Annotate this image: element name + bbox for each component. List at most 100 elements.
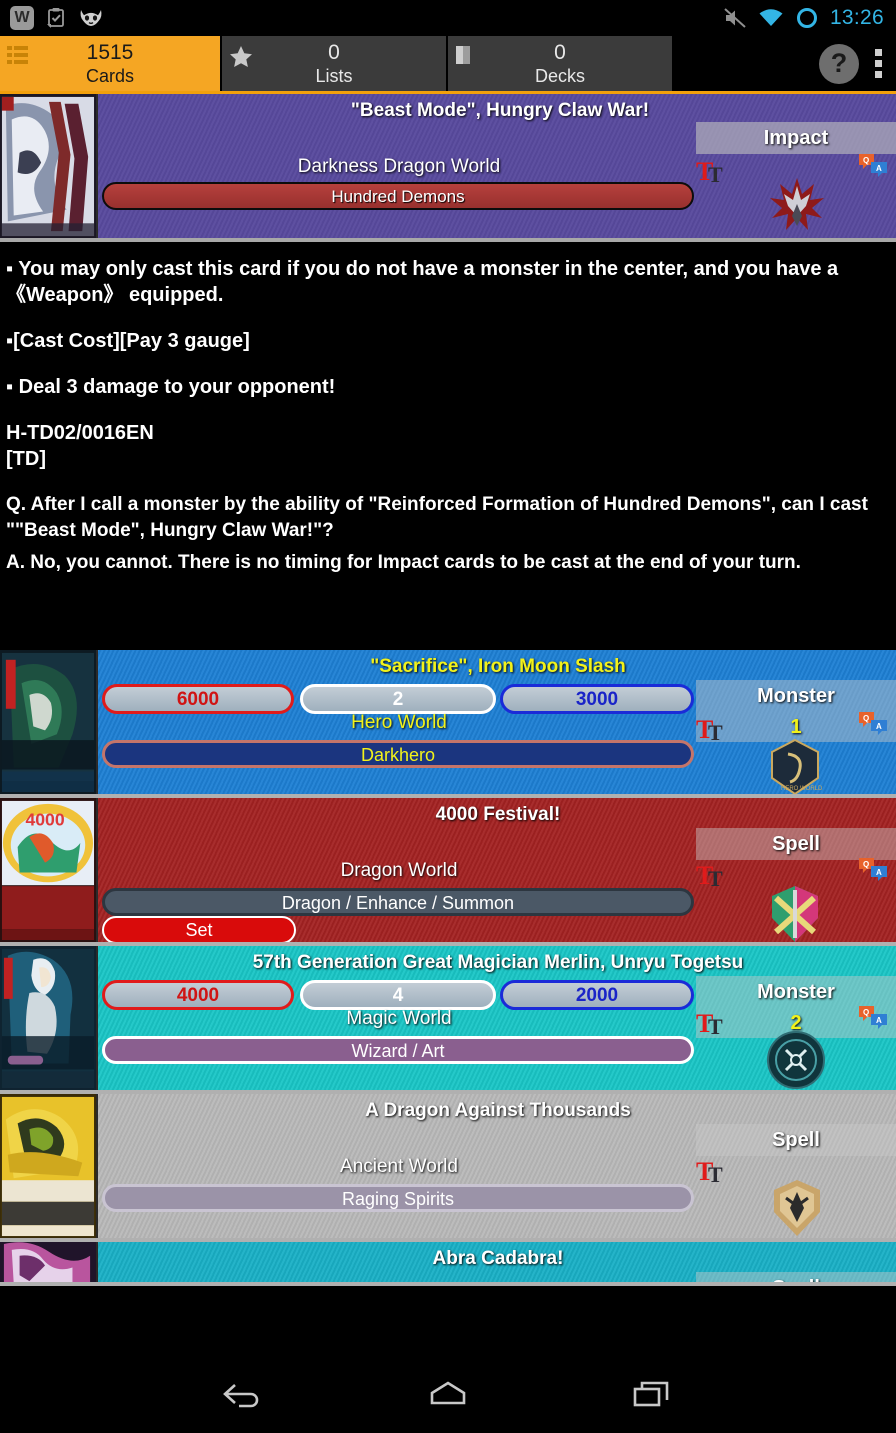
list-item-world: Magic World xyxy=(346,1008,452,1029)
svg-text:T: T xyxy=(708,866,723,890)
list-item-title: 4000 Festival! xyxy=(435,804,561,825)
card-thumbnail[interactable] xyxy=(0,946,98,1090)
tab-bar-spacer xyxy=(674,36,819,91)
card-qa-answer: A. No, you cannot. There is no timing fo… xyxy=(6,552,801,573)
text-size-icon[interactable]: T T xyxy=(696,1156,730,1191)
list-item-size: 4 xyxy=(300,980,496,1010)
darkness-dragon-world-emblem xyxy=(766,174,828,238)
list-item[interactable]: "Sacrifice", Iron Moon Slash 6000 2 3000… xyxy=(0,650,896,798)
svg-text:T: T xyxy=(708,1162,723,1186)
card-thumbnail[interactable] xyxy=(0,1094,98,1238)
detail-card-attribute: Hundred Demons xyxy=(102,182,694,210)
card-thumbnail[interactable] xyxy=(0,94,98,238)
main-tab-bar: 1515 Cards 0 Lists 0 Decks ? xyxy=(0,36,896,94)
tab-decks-count: 0 xyxy=(554,40,566,64)
w-app-icon: W xyxy=(10,6,34,30)
back-button[interactable] xyxy=(198,1360,288,1433)
battery-circle-icon xyxy=(796,8,817,28)
list-item-world: Hero World xyxy=(351,712,447,733)
text-size-icon[interactable]: T T xyxy=(696,1008,730,1043)
selected-card-detail[interactable]: "Beast Mode", Hungry Claw War! Darkness … xyxy=(0,94,896,242)
card-effect-line-2: ▪[Cast Cost][Pay 3 gauge] xyxy=(6,330,250,352)
tab-decks[interactable]: 0 Decks xyxy=(448,36,674,91)
svg-text:Q: Q xyxy=(863,860,869,869)
text-size-icon[interactable]: T T xyxy=(696,860,730,895)
home-icon xyxy=(426,1379,470,1414)
card-qa-question: Q. After I call a monster by the ability… xyxy=(6,494,868,541)
detail-card-type: Impact xyxy=(696,122,896,154)
status-notification-icons: W xyxy=(10,6,104,30)
tab-lists-label: Lists xyxy=(315,65,353,86)
list-item-card-type: Spell xyxy=(696,1272,896,1282)
cyanogenmod-robot-icon xyxy=(80,10,102,26)
list-item-power: 6000 xyxy=(102,684,294,714)
card-effect-line-3: ▪ Deal 3 damage to your opponent! xyxy=(6,376,336,398)
list-item[interactable]: A Dragon Against Thousands Ancient World… xyxy=(0,1094,896,1242)
tab-cards-label: Cards xyxy=(85,65,134,86)
list-item[interactable]: 4000 4000 Festival! Dragon World Dragon … xyxy=(0,798,896,946)
clipboard-check-icon xyxy=(47,8,64,28)
text-size-icon[interactable]: T T xyxy=(696,156,730,191)
svg-text:T: T xyxy=(708,162,723,186)
recents-button[interactable] xyxy=(608,1360,698,1433)
svg-text:A: A xyxy=(876,164,882,173)
list-item-attribute: Dragon / Enhance / Summon xyxy=(102,888,694,916)
qa-bubble-icon[interactable]: Q A xyxy=(858,856,888,887)
svg-text:Q: Q xyxy=(863,1008,869,1017)
svg-text:Q: Q xyxy=(863,714,869,723)
tab-cards[interactable]: 1515 Cards xyxy=(0,36,222,91)
card-thumbnail[interactable] xyxy=(0,650,98,794)
list-lines-icon xyxy=(6,44,32,75)
home-button[interactable] xyxy=(403,1360,493,1433)
star-icon xyxy=(228,44,254,75)
tab-lists[interactable]: 0 Lists xyxy=(222,36,448,91)
qa-bubble-icon[interactable]: Q A xyxy=(858,1004,888,1035)
list-item[interactable]: Abra Cadabra! Spell xyxy=(0,1242,896,1286)
list-item[interactable]: 57th Generation Great Magician Merlin, U… xyxy=(0,946,896,1094)
list-item-defense: 2000 xyxy=(500,980,694,1010)
list-item-power: 4000 xyxy=(102,980,294,1010)
text-size-icon[interactable]: T T xyxy=(696,714,730,749)
qa-bubble-icon[interactable]: Q A xyxy=(858,710,888,741)
svg-text:4000: 4000 xyxy=(25,809,64,829)
card-rarity: [TD] xyxy=(6,448,46,470)
mute-icon xyxy=(724,8,746,28)
svg-text:T: T xyxy=(708,720,723,744)
ancient-world-emblem xyxy=(768,1178,826,1238)
dragon-world-emblem xyxy=(764,884,826,942)
list-item-attribute: Wizard / Art xyxy=(102,1036,694,1064)
list-item-attribute: Raging Spirits xyxy=(102,1184,694,1212)
recents-icon xyxy=(631,1379,675,1414)
list-item-world: Ancient World xyxy=(340,1156,458,1177)
android-status-bar: W 13:26 xyxy=(0,0,896,36)
list-item-size: 2 xyxy=(300,684,496,714)
list-item-world: Dragon World xyxy=(340,860,458,881)
status-clock: 13:26 xyxy=(829,6,884,29)
back-icon xyxy=(221,1379,265,1414)
card-list[interactable]: "Sacrifice", Iron Moon Slash 6000 2 3000… xyxy=(0,650,896,1286)
tab-lists-count: 0 xyxy=(328,40,340,64)
status-system-icons: 13:26 xyxy=(723,0,884,36)
wifi-icon xyxy=(759,9,783,26)
list-item-type-box: Spell xyxy=(696,1124,896,1156)
overflow-menu-icon[interactable] xyxy=(875,49,882,78)
deck-card-icon xyxy=(454,44,476,75)
detail-card-world: Darkness Dragon World xyxy=(297,156,501,177)
card-number: H-TD02/0016EN xyxy=(6,422,154,444)
tab-cards-count: 1515 xyxy=(86,40,134,64)
card-thumbnail[interactable]: 4000 xyxy=(0,798,98,942)
card-effect-line-1: ▪ You may only cast this card if you do … xyxy=(6,258,839,306)
magic-world-emblem xyxy=(766,1030,826,1090)
list-item-defense: 3000 xyxy=(500,684,694,714)
detail-card-title: "Beast Mode", Hungry Claw War! xyxy=(350,100,650,121)
card-thumbnail[interactable] xyxy=(0,1242,98,1282)
svg-text:Q: Q xyxy=(863,156,869,165)
hero-world-emblem: HERO WORLD xyxy=(766,738,824,794)
qa-bubble-icon[interactable]: Q A xyxy=(858,152,888,183)
svg-text:HERO WORLD: HERO WORLD xyxy=(781,786,823,792)
list-item-title: A Dragon Against Thousands xyxy=(365,1100,631,1121)
help-icon[interactable]: ? xyxy=(819,43,859,84)
list-item-card-type: Monster xyxy=(757,685,835,707)
list-item-attribute: Darkhero xyxy=(102,740,694,768)
svg-text:A: A xyxy=(876,868,882,877)
